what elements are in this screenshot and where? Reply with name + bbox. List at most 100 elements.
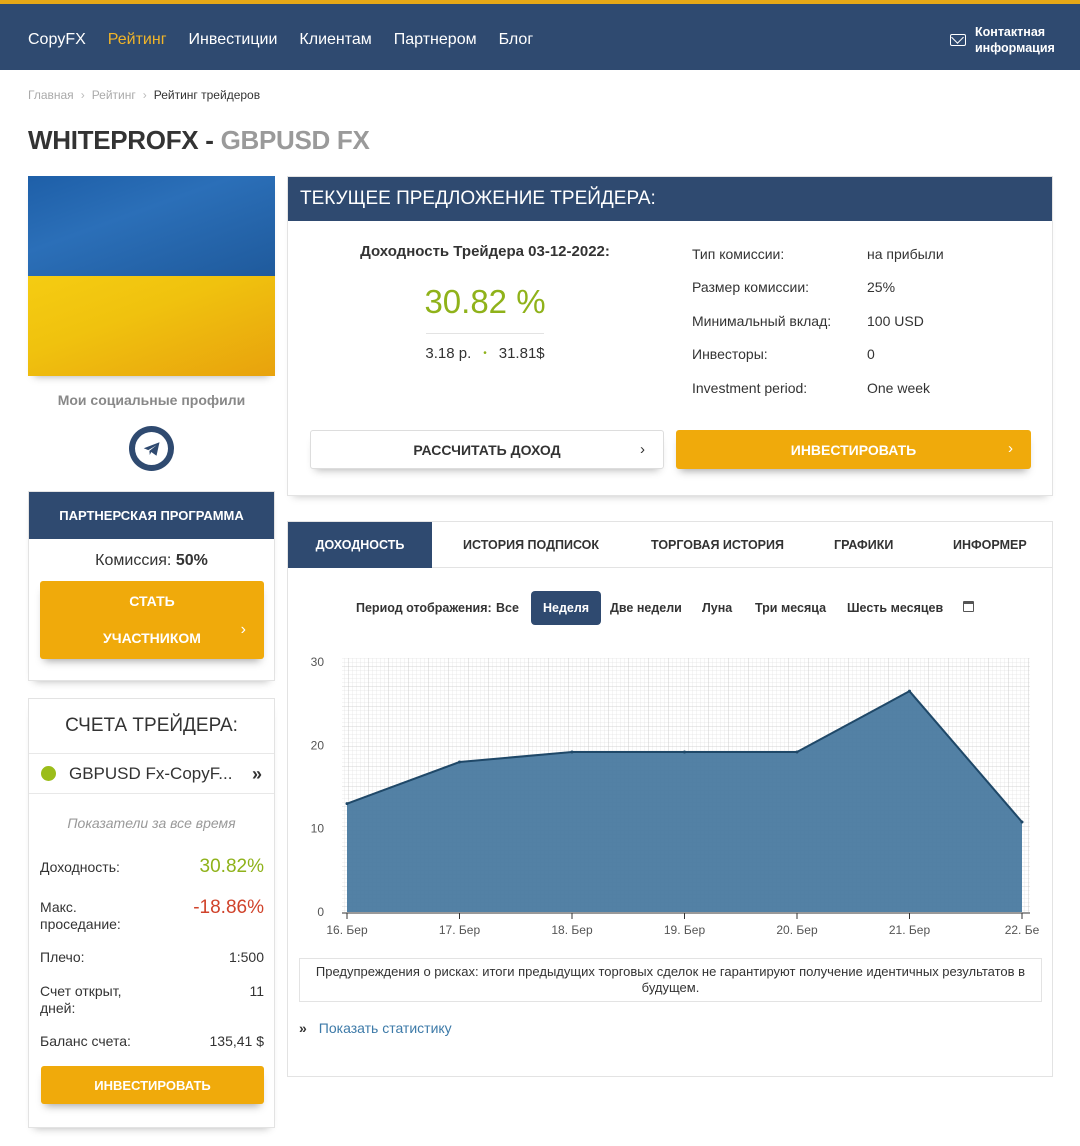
account-name: GBPUSD Fx-CopyF... bbox=[69, 763, 233, 783]
become-member-line-2: УЧАСТНИКОМ bbox=[103, 630, 201, 646]
param-row: Инвесторы: 0 bbox=[692, 346, 1032, 379]
param-value: на прибыли bbox=[867, 246, 944, 262]
chart-y-tick-label: 0 bbox=[317, 905, 324, 919]
tab-informer[interactable]: ИНФОРМЕР bbox=[953, 522, 1027, 568]
risk-warning: Предупреждения о рисках: итоги предыдущи… bbox=[299, 958, 1042, 1002]
param-key: Investment period: bbox=[692, 379, 808, 396]
yield-chart-svg: 16. Бер 17. Бер 18. Бер 19. Бер 20. Бер 21. Б… bbox=[311, 655, 1040, 937]
mail-icon bbox=[950, 34, 966, 46]
invest-button-sidebar[interactable]: ИНВЕСТИРОВАТЬ bbox=[41, 1066, 264, 1104]
main-nav: CopyFX Рейтинг Инвестиции Клиентам Партн… bbox=[28, 31, 555, 49]
offer-header: ТЕКУЩЕЕ ПРЕДЛОЖЕНИЕ ТРЕЙДЕРА: bbox=[288, 177, 1052, 221]
stat-days-value: 11 bbox=[249, 983, 264, 999]
param-key: Тип комиссии: bbox=[692, 246, 785, 262]
tab-subscription-history[interactable]: ИСТОРИЯ ПОДПИСОК bbox=[463, 522, 599, 568]
nav-item-investments[interactable]: Инвестиции bbox=[189, 31, 278, 49]
become-member-button[interactable]: СТАТЬ УЧАСТНИКОМ › bbox=[40, 581, 264, 659]
tab-bar: ДОХОДНОСТЬ ИСТОРИЯ ПОДПИСОК ТОРГОВАЯ ИСТ… bbox=[288, 522, 1052, 568]
offer-yield-sub: 3.18 р. • 31.81$ bbox=[288, 345, 682, 362]
account-item[interactable]: GBPUSD Fx-CopyF... » bbox=[29, 754, 274, 794]
chart-x-tick-label: 20. Бер bbox=[776, 923, 818, 937]
param-value: One week bbox=[867, 379, 931, 396]
breadcrumb-current: Рейтинг трейдеров bbox=[153, 88, 261, 102]
divider bbox=[426, 333, 544, 334]
period-option-three-months[interactable]: Три месяца bbox=[755, 601, 826, 615]
double-chevron-right-icon: » bbox=[251, 764, 262, 784]
chart-x-tick-label: 21. Бер bbox=[889, 923, 931, 937]
yield-chart: 16. Бер 17. Бер 18. Бер 19. Бер 20. Бер 21. Б… bbox=[288, 646, 1054, 946]
period-option-week[interactable]: Неделя bbox=[531, 591, 602, 625]
show-statistics-link[interactable]: » Показать статистику bbox=[299, 1020, 452, 1036]
stat-yield-value: 30.82% bbox=[199, 856, 264, 877]
param-value: 100 USD bbox=[867, 312, 924, 329]
stat-balance-value: 135,41 $ bbox=[209, 1033, 265, 1049]
stat-drawdown-label-2: проседание: bbox=[40, 916, 121, 932]
breadcrumb-rating[interactable]: Рейтинг bbox=[92, 88, 136, 102]
period-option-all[interactable]: Все bbox=[496, 601, 519, 615]
calendar-icon[interactable] bbox=[963, 601, 974, 612]
invest-button[interactable]: ИНВЕСТИРОВАТЬ › bbox=[676, 430, 1031, 469]
contact-info-link[interactable]: Контактная информация bbox=[950, 24, 1055, 56]
param-value: 25% bbox=[867, 279, 896, 296]
page-title: WHITEPROFX - GBPUSD FX bbox=[28, 125, 370, 156]
trader-offer-card: ТЕКУЩЕЕ ПРЕДЛОЖЕНИЕ ТРЕЙДЕРА: Доходность… bbox=[287, 176, 1053, 496]
nav-item-blog[interactable]: Блог bbox=[499, 31, 534, 49]
period-option-moon[interactable]: Луна bbox=[702, 601, 732, 615]
chart-y-tick-label: 30 bbox=[311, 655, 325, 669]
trader-account: GBPUSD FX bbox=[220, 125, 370, 155]
telegram-link[interactable] bbox=[129, 426, 174, 471]
param-key: Размер комиссии: bbox=[692, 279, 810, 296]
calculate-income-button[interactable]: РАССЧИТАТЬ ДОХОД › bbox=[310, 430, 664, 469]
stat-leverage-value: 1:500 bbox=[228, 949, 264, 965]
nav-item-rating[interactable]: Рейтинг bbox=[108, 31, 167, 49]
tab-yield[interactable]: ДОХОДНОСТЬ bbox=[288, 522, 432, 568]
tab-charts[interactable]: ГРАФИКИ bbox=[834, 522, 893, 568]
partner-commission-label: Комиссия: bbox=[95, 552, 172, 569]
show-statistics-label: Показать статистику bbox=[318, 1020, 452, 1036]
offer-params: Тип комиссии: на прибыли Размер комиссии:… bbox=[692, 246, 1032, 413]
performance-panel: ДОХОДНОСТЬ ИСТОРИЯ ПОДПИСОК ТОРГОВАЯ ИСТ… bbox=[287, 521, 1053, 1077]
stats-period: Показатели за все время bbox=[67, 815, 236, 831]
bullet-icon: • bbox=[483, 348, 487, 359]
chart-data-point bbox=[683, 750, 686, 754]
stat-days-label-2: дней: bbox=[40, 1000, 76, 1016]
nav-item-copyfx[interactable]: CopyFX bbox=[28, 31, 86, 49]
offer-yield-value: 30.82 % bbox=[424, 283, 546, 320]
nav-item-partner[interactable]: Партнером bbox=[394, 31, 477, 49]
period-selector: Период отображения: Все Неделя Две недел… bbox=[288, 591, 1054, 627]
chevron-right-icon: › bbox=[240, 621, 246, 638]
stat-days-label: Счет открыт, bbox=[40, 983, 122, 999]
profile-image-ukraine-flag bbox=[28, 176, 275, 376]
chart-x-tick-label: 22. Бе bbox=[1005, 923, 1040, 937]
param-row: Тип комиссии: на прибыли bbox=[692, 246, 1032, 279]
chart-data-point bbox=[570, 750, 574, 754]
param-key: Инвесторы: bbox=[692, 346, 768, 363]
tab-trade-history[interactable]: ТОРГОВАЯ ИСТОРИЯ bbox=[651, 522, 784, 568]
chart-y-tick-label: 20 bbox=[311, 738, 325, 752]
param-key: Минимальный вклад: bbox=[692, 312, 832, 329]
nav-item-clients[interactable]: Клиентам bbox=[299, 31, 371, 49]
breadcrumb-home[interactable]: Главная bbox=[28, 88, 74, 102]
period-option-two-weeks[interactable]: Две недели bbox=[610, 601, 682, 615]
stat-leverage: Плечо: 1:500 bbox=[40, 949, 264, 965]
offer-yield-rub: 3.18 р. bbox=[425, 345, 472, 362]
flag-yellow-stripe bbox=[28, 276, 275, 376]
stat-drawdown: Макс. проседание: -18.86% bbox=[40, 897, 264, 933]
chart-y-tick-label: 10 bbox=[311, 822, 325, 836]
period-option-six-months[interactable]: Шесть месяцев bbox=[847, 601, 943, 615]
stat-yield: Доходность: 30.82% bbox=[40, 856, 264, 877]
social-profiles-title: Мои социальные профили bbox=[57, 392, 246, 408]
chart-data-point bbox=[1020, 820, 1024, 824]
chart-x-tick-label: 19. Бер bbox=[664, 923, 706, 937]
param-row: Минимальный вклад: 100 USD bbox=[692, 313, 1032, 346]
stat-leverage-label: Плечо: bbox=[40, 949, 85, 965]
chart-data-point bbox=[908, 689, 911, 693]
invest-label: ИНВЕСТИРОВАТЬ bbox=[790, 441, 917, 458]
partner-program-card: ПАРТНЕРСКАЯ ПРОГРАММА Комиссия: 50% СТАТ… bbox=[28, 491, 275, 681]
stat-days-open: Счет открыт, дней: 11 bbox=[40, 983, 264, 1017]
stat-balance-label: Баланс счета: bbox=[40, 1033, 131, 1049]
chart-x-tick-label: 16. Бер bbox=[326, 923, 368, 937]
stat-drawdown-value: -18.86% bbox=[193, 897, 264, 918]
partner-program-header: ПАРТНЕРСКАЯ ПРОГРАММА bbox=[29, 492, 274, 539]
become-member-line-1: СТАТЬ bbox=[129, 593, 175, 609]
